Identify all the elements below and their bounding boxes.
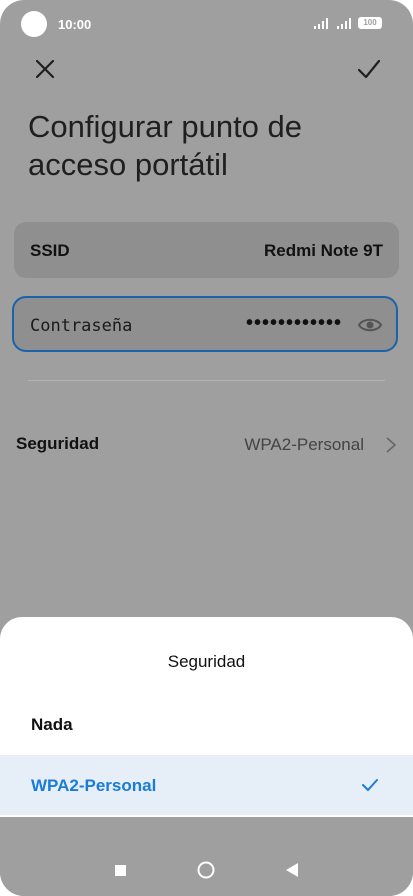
battery-icon: 100 bbox=[358, 17, 382, 29]
status-bar: 10:00 100 bbox=[0, 0, 413, 48]
status-time: 10:00 bbox=[58, 17, 92, 32]
password-value: •••••••••••• bbox=[245, 312, 342, 334]
option-wpa2-personal[interactable]: WPA2-Personal bbox=[0, 755, 413, 815]
close-icon[interactable] bbox=[32, 56, 58, 82]
security-value: WPA2-Personal bbox=[244, 435, 364, 454]
signal-icon bbox=[314, 18, 328, 29]
option-none[interactable]: Nada bbox=[0, 693, 413, 755]
security-row[interactable]: Seguridad WPA2-Personal bbox=[0, 420, 413, 470]
eye-icon[interactable] bbox=[358, 316, 382, 334]
option-wpa2-label: WPA2-Personal bbox=[31, 776, 157, 795]
sheet-title: Seguridad bbox=[167, 652, 246, 671]
password-field[interactable]: Contraseña •••••••••••• bbox=[12, 296, 398, 352]
chevron-right-icon bbox=[386, 437, 397, 453]
check-icon[interactable] bbox=[356, 56, 382, 82]
security-bottom-sheet: Seguridad Nada WPA2-Personal bbox=[0, 617, 413, 817]
security-label: Seguridad bbox=[16, 434, 100, 453]
ssid-value: Redmi Note 9T bbox=[263, 241, 383, 260]
password-label: Contraseña bbox=[30, 316, 133, 336]
ssid-field[interactable]: SSID Redmi Note 9T bbox=[14, 222, 399, 278]
divider bbox=[28, 380, 385, 381]
phone-screen: 10:00 100 Configurar punto de acceso por… bbox=[0, 0, 413, 896]
recents-button[interactable] bbox=[115, 865, 126, 876]
page-title: Configurar punto de acceso portátil bbox=[28, 109, 303, 182]
signal-icon-2 bbox=[337, 18, 351, 29]
option-none-label: Nada bbox=[31, 715, 73, 734]
navigation-bar bbox=[0, 817, 413, 896]
home-button[interactable] bbox=[197, 861, 215, 879]
ssid-label: SSID bbox=[30, 241, 70, 260]
back-button[interactable] bbox=[285, 862, 299, 878]
selected-check-icon bbox=[362, 779, 378, 791]
camera-cutout bbox=[21, 11, 47, 37]
